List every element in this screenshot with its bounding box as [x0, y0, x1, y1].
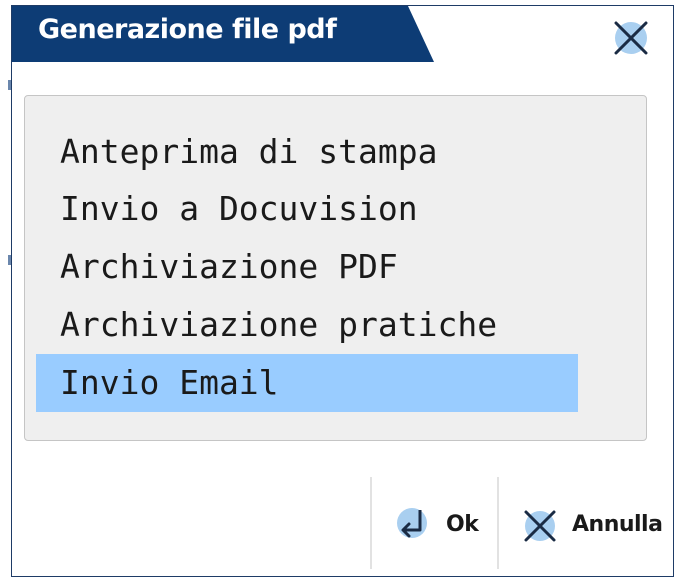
enter-arrow-icon	[397, 508, 427, 538]
close-button[interactable]	[607, 17, 651, 61]
footer-divider	[370, 477, 372, 569]
list-item-anteprima-di-stampa[interactable]: Anteprima di stampa	[36, 123, 578, 181]
footer-divider	[497, 477, 499, 569]
list-item-invio-email[interactable]: Invio Email	[36, 354, 578, 412]
annulla-button-label: Annulla	[572, 512, 663, 537]
dialog-title: Generazione file pdf	[38, 14, 337, 45]
options-list: Anteprima di stampa Invio a Docuvision A…	[24, 95, 647, 441]
annulla-button[interactable]: Annulla	[514, 492, 666, 556]
close-icon	[614, 21, 648, 55]
background-window-edge	[0, 0, 11, 582]
list-item-invio-a-docuvision[interactable]: Invio a Docuvision	[36, 180, 578, 238]
close-icon	[524, 510, 556, 542]
list-item-archiviazione-pratiche[interactable]: Archiviazione pratiche	[36, 296, 578, 354]
list-item-archiviazione-pdf[interactable]: Archiviazione PDF	[36, 238, 578, 296]
ok-button-label: Ok	[446, 512, 479, 537]
ok-button[interactable]: Ok	[388, 492, 490, 556]
